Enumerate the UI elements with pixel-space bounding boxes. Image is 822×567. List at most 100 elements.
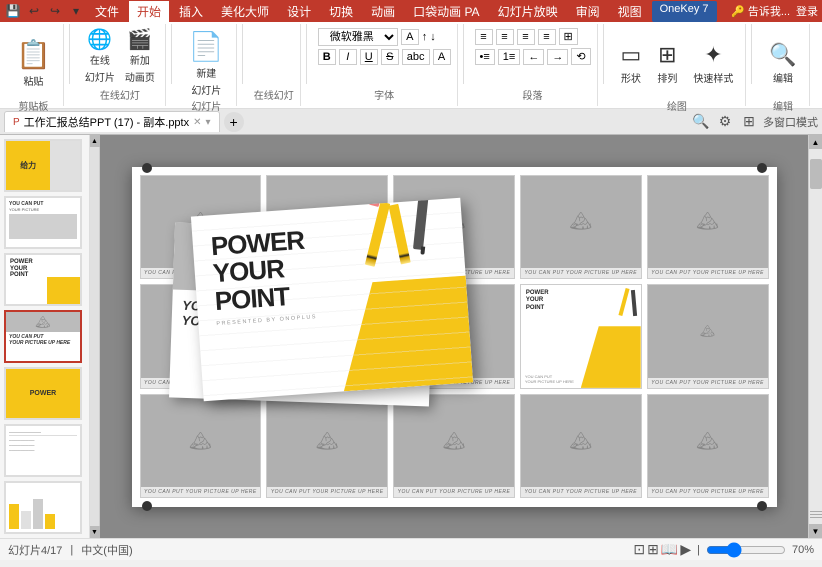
onekey-badge[interactable]: OneKey 7 [652, 1, 717, 22]
redo-btn[interactable]: ↪ [46, 2, 64, 20]
right-scrollbar[interactable]: ▲ ▼ [808, 135, 822, 538]
indent-dec[interactable]: ← [523, 49, 544, 65]
view-slide-sorter[interactable]: ⊞ [647, 541, 659, 558]
zoom-slider[interactable] [706, 542, 786, 558]
text-dir[interactable]: ⟲ [571, 48, 590, 65]
search-slides-btn[interactable]: 🔍 [691, 112, 711, 132]
grid-slide-3-2[interactable]: 🏔 YOU CAN PUT YOUR PICTURE UP HERE [266, 394, 388, 499]
edit-btn[interactable]: 🔍 编辑 [763, 28, 802, 98]
more-btn[interactable]: ▾ [67, 2, 85, 20]
tab-close[interactable]: ✕ [193, 117, 201, 128]
slide-thumb-2[interactable]: YOU CAN PUT YOUR PICTURE [4, 196, 82, 249]
online-slides-btn[interactable]: 🌐 在线 幻灯片 [81, 28, 119, 86]
font-name-row: 微软雅黑 A ↑ ↓ [318, 28, 451, 46]
grid-slide-1-5[interactable]: 🏔 YOU CAN PUT YOUR PICTURE UP HERE [647, 175, 769, 280]
menu-slideshow[interactable]: 幻灯片放映 [490, 1, 566, 22]
fontcolor-btn[interactable]: A [433, 49, 451, 65]
scroll-up-btn[interactable]: ▲ [809, 135, 822, 149]
menu-review[interactable]: 审阅 [568, 1, 608, 22]
help-search[interactable]: 🔑 告诉我... [731, 3, 790, 19]
arrange-icon: ⊞ [658, 42, 676, 68]
align-left[interactable]: ≡ [475, 29, 493, 45]
underline-btn[interactable]: U [360, 49, 378, 65]
anim-icon: 🎬 [127, 30, 152, 50]
font-size[interactable]: A [401, 29, 419, 45]
save-btn[interactable]: 💾 [4, 2, 22, 20]
justify[interactable]: ≡ [538, 29, 556, 45]
shape-btn[interactable]: ▭ 形状 [615, 28, 648, 98]
arrange-btn[interactable]: ⊞ 排列 [651, 28, 683, 98]
settings-btn[interactable]: ⚙ [715, 112, 735, 132]
slide-thumb-1[interactable]: 给力 [4, 139, 82, 192]
font-shrink: ↓ [430, 31, 436, 43]
panel-scroll-up[interactable]: ▲ [90, 135, 100, 147]
pin-bottomright [757, 501, 767, 511]
grid-slide-3-1[interactable]: 🏔 YOU CAN PUT YOUR PICTURE UP HERE [140, 394, 262, 499]
canvas-area[interactable]: 🏔 YOU CAN PUT YOUR PICTURE UP HERE 🏔 YOU… [100, 135, 808, 538]
add-tab-btn[interactable]: + [224, 112, 244, 132]
ribbon-group-edit: 🔍 编辑 编辑 [757, 24, 809, 106]
menu-file[interactable]: 文件 [87, 1, 127, 22]
paste-button[interactable]: 📋 粘贴 [10, 28, 57, 98]
grid-slide-2-4[interactable]: POWERYOURPOINT YOU CAN PUTYOUR PICTURE U… [520, 284, 642, 389]
online-label: 在线幻灯 [100, 87, 140, 102]
quick-access-toolbar: 💾 ↩ ↪ ▾ [4, 2, 85, 20]
slide-count: 幻灯片4/17 [8, 542, 62, 558]
scroll-track [810, 149, 822, 510]
slide-thumb-3[interactable]: POWERYOURPOINT [4, 253, 82, 306]
view-presenter[interactable]: ▶ [680, 541, 691, 558]
multiwindow-btn[interactable]: ⊞ [739, 112, 759, 132]
quickstyle-btn[interactable]: ✦ 快速样式 [687, 28, 739, 98]
new-slide-btn[interactable]: 📄 新建 幻灯片 [183, 28, 230, 98]
menu-home[interactable]: 开始 [129, 1, 169, 22]
align-center[interactable]: ≡ [496, 29, 514, 45]
tab-menu[interactable]: ▾ [206, 117, 211, 128]
login-btn[interactable]: 登录 [796, 3, 818, 19]
slide-thumb-5[interactable]: POWER [4, 367, 82, 420]
strike-btn[interactable]: S [381, 49, 399, 65]
font-select[interactable]: 微软雅黑 [318, 28, 398, 46]
zoom-level: 70% [792, 544, 814, 556]
list-number[interactable]: 1≡ [498, 49, 521, 65]
grid-slide-3-5[interactable]: 🏔 YOU CAN PUT YOUR PICTURE UP HERE [647, 394, 769, 499]
undo-btn[interactable]: ↩ [25, 2, 43, 20]
status-bar: 幻灯片4/17 | 中文(中国) ⊡ ⊞ 📖 ▶ | 70% [0, 538, 822, 560]
grid-slide-3-4[interactable]: 🏔 YOU CAN PUT YOUR PICTURE UP HERE [520, 394, 642, 499]
menu-animation[interactable]: 动画 [363, 1, 403, 22]
ribbon: 📋 粘贴 剪贴板 🌐 在线 幻灯片 🎬 新加 动画页 在线幻灯 [0, 22, 822, 109]
menu-insert[interactable]: 插入 [171, 1, 211, 22]
view-normal[interactable]: ⊡ [633, 541, 645, 558]
grid-slide-1-4[interactable]: 🏔 YOU CAN PUT YOUR PICTURE UP HERE [520, 175, 642, 280]
paste-label: 粘贴 [23, 73, 43, 88]
doc-tab-active[interactable]: P 工作汇报总结PPT (17) - 副本.pptx ✕ ▾ [4, 111, 220, 132]
online-icon: 🌐 [87, 30, 112, 50]
menu-pocketanim[interactable]: 口袋动画 PA [405, 1, 487, 22]
scroll-thumb[interactable] [810, 159, 822, 189]
slide-thumb-4[interactable]: 🏔 YOU CAN PUTYOUR PICTURE UP HERE [4, 310, 82, 363]
menu-transition[interactable]: 切换 [321, 1, 361, 22]
bold-btn[interactable]: B [318, 49, 336, 65]
font-format-row: B I U S abc A [318, 49, 451, 65]
list-bullet[interactable]: •≡ [475, 49, 495, 65]
new-anim-btn[interactable]: 🎬 新加 动画页 [121, 28, 159, 86]
panel-scroll-down[interactable]: ▼ [90, 526, 100, 538]
grid-slide-2-5[interactable]: 🏔 YOU CAN PUT YOUR PICTURE UP HERE [647, 284, 769, 389]
align-right[interactable]: ≡ [517, 29, 535, 45]
slide-thumb-6[interactable]: ———————— ───────── ───────── ───────── [4, 424, 82, 477]
view-reading[interactable]: 📖 [661, 541, 678, 558]
slide-thumb-7[interactable] [4, 481, 82, 534]
grid-slide-3-3[interactable]: 🏔 YOU CAN PUT YOUR PICTURE UP HERE [393, 394, 515, 499]
indent-inc[interactable]: → [547, 49, 568, 65]
doc-tab-label: 工作汇报总结PPT (17) - 副本.pptx [24, 114, 189, 130]
scroll-down-btn[interactable]: ▼ [809, 524, 822, 538]
menu-design[interactable]: 设计 [279, 1, 319, 22]
italic-btn[interactable]: I [339, 49, 357, 65]
abc-btn[interactable]: abc [402, 49, 430, 65]
menu-view[interactable]: 视图 [610, 1, 650, 22]
featured-slide-front[interactable]: POWER YOUR POINT PRESENTED BY ONOPLUS [190, 197, 472, 400]
menu-beautify[interactable]: 美化大师 [213, 1, 277, 22]
ribbon-group-drawing: ▭ 形状 ⊞ 排列 ✦ 快速样式 绘图 [609, 24, 747, 106]
multiwindow-label[interactable]: 多窗口模式 [763, 114, 818, 130]
online2-label: 在线幻灯 [254, 87, 294, 102]
col-layout[interactable]: ⊞ [559, 28, 578, 45]
